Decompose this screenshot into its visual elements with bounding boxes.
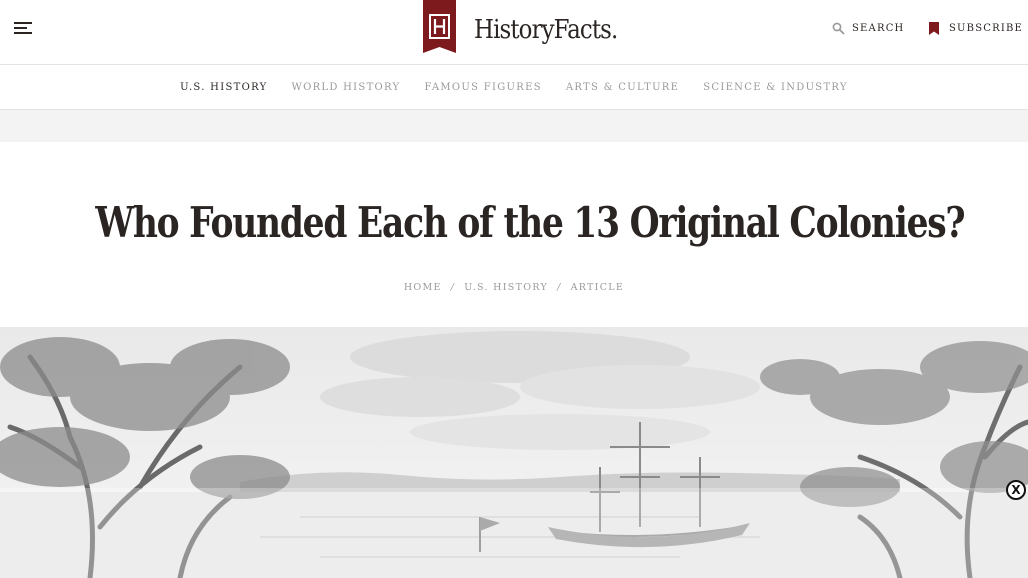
breadcrumb-separator: / [557, 282, 562, 293]
search-icon [832, 22, 845, 35]
nav-item-science-industry[interactable]: SCIENCE & INDUSTRY [703, 82, 848, 93]
breadcrumb: HOME / U.S. HISTORY / ARTICLE [0, 282, 1028, 293]
breadcrumb-section[interactable]: U.S. HISTORY [464, 282, 548, 293]
nav-item-arts-culture[interactable]: ARTS & CULTURE [566, 82, 679, 93]
search-label: SEARCH [852, 23, 905, 34]
category-nav: U.S. HISTORY WORLD HISTORY FAMOUS FIGURE… [0, 65, 1028, 110]
bookmark-icon [929, 22, 939, 35]
nav-item-world-history[interactable]: WORLD HISTORY [292, 82, 401, 93]
site-logo[interactable]: HistoryFacts. [423, 0, 637, 55]
article-title: Who Founded Each of the 13 Original Colo… [0, 198, 1028, 247]
top-ad-placeholder [0, 110, 1028, 142]
logo-badge-icon [423, 0, 456, 53]
subscribe-button[interactable]: SUBSCRIBE [928, 22, 1023, 35]
logo-wordmark: HistoryFacts. [474, 15, 618, 45]
bottom-ad-overlay [0, 488, 1028, 578]
site-header: HistoryFacts. SEARCH SUBSCRIBE [0, 0, 1028, 65]
breadcrumb-current[interactable]: ARTICLE [571, 282, 625, 293]
subscribe-label: SUBSCRIBE [949, 23, 1024, 34]
search-button[interactable]: SEARCH [832, 22, 904, 35]
nav-item-famous-figures[interactable]: FAMOUS FIGURES [424, 82, 541, 93]
hamburger-menu-icon[interactable] [14, 20, 34, 36]
close-ad-button[interactable]: X [1006, 480, 1026, 500]
nav-item-us-history[interactable]: U.S. HISTORY [180, 82, 267, 93]
article-title-text: Who Founded Each of the 13 Original Colo… [95, 198, 965, 247]
breadcrumb-separator: / [450, 282, 456, 293]
breadcrumb-home[interactable]: HOME [404, 282, 442, 293]
